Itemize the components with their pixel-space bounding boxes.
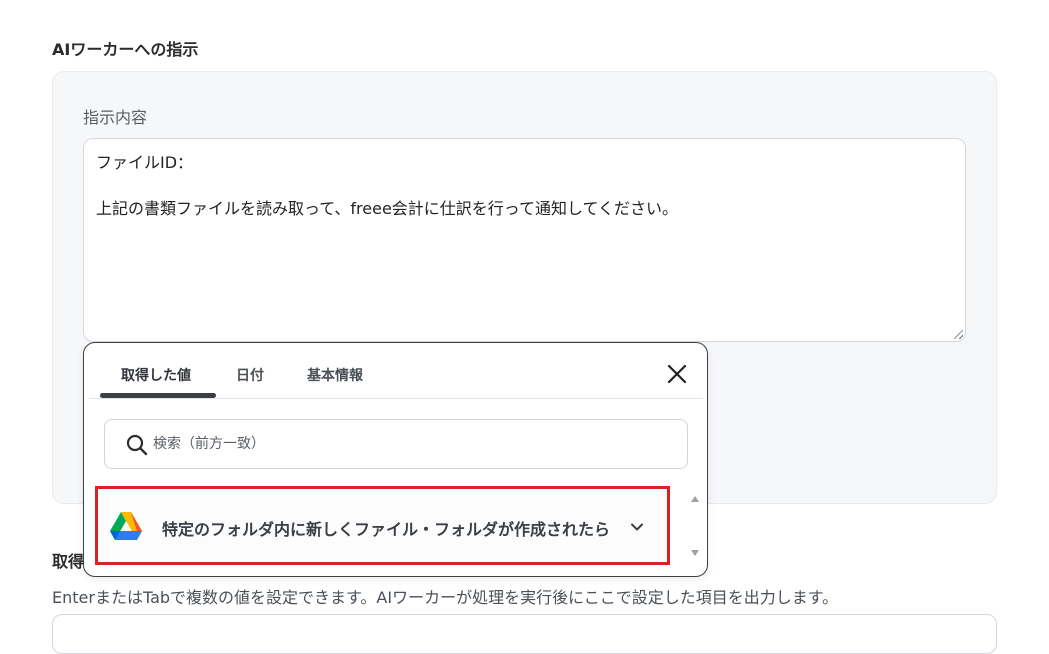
section-title: AIワーカーへの指示	[52, 40, 199, 59]
search-input[interactable]	[153, 420, 673, 468]
scroll-up-arrow-icon[interactable]	[690, 495, 700, 503]
search-box	[104, 419, 688, 469]
search-icon	[126, 434, 148, 456]
instruction-textarea[interactable]: ファイルID： 上記の書類ファイルを読み取って、freee会計に仕訳を行って通知…	[83, 138, 966, 342]
output-input[interactable]	[52, 614, 997, 654]
output-section-title: 取得	[52, 552, 85, 571]
value-picker-popup: 取得した値 日付 基本情報 特定のフォルダ内に新しくファイル・フォルダが作成され…	[83, 342, 708, 577]
tab-date[interactable]: 日付	[236, 365, 264, 385]
scroll-down-arrow-icon[interactable]	[690, 549, 700, 557]
output-description: EnterまたはTabで複数の値を設定できます。AIワーカーが処理を実行後にここ…	[52, 588, 839, 607]
active-tab-indicator	[100, 393, 216, 398]
list-item-label: 特定のフォルダ内に新しくファイル・フォルダが作成されたら	[162, 520, 611, 539]
instruction-label: 指示内容	[83, 108, 148, 127]
instruction-line-body: 上記の書類ファイルを読み取って、freee会計に仕訳を行って通知してください。	[96, 199, 679, 218]
list-item-folder-trigger[interactable]: 特定のフォルダ内に新しくファイル・フォルダが作成されたら	[95, 486, 670, 565]
tab-basic-info[interactable]: 基本情報	[307, 365, 363, 385]
chevron-down-icon[interactable]	[629, 519, 645, 535]
close-icon[interactable]	[666, 363, 688, 385]
instruction-line-file-id: ファイルID：	[96, 153, 194, 172]
popup-tabs: 取得した値 日付 基本情報	[89, 343, 703, 399]
resize-handle[interactable]	[954, 330, 963, 339]
google-drive-icon	[110, 512, 142, 540]
tab-retrieved-values[interactable]: 取得した値	[121, 365, 191, 385]
